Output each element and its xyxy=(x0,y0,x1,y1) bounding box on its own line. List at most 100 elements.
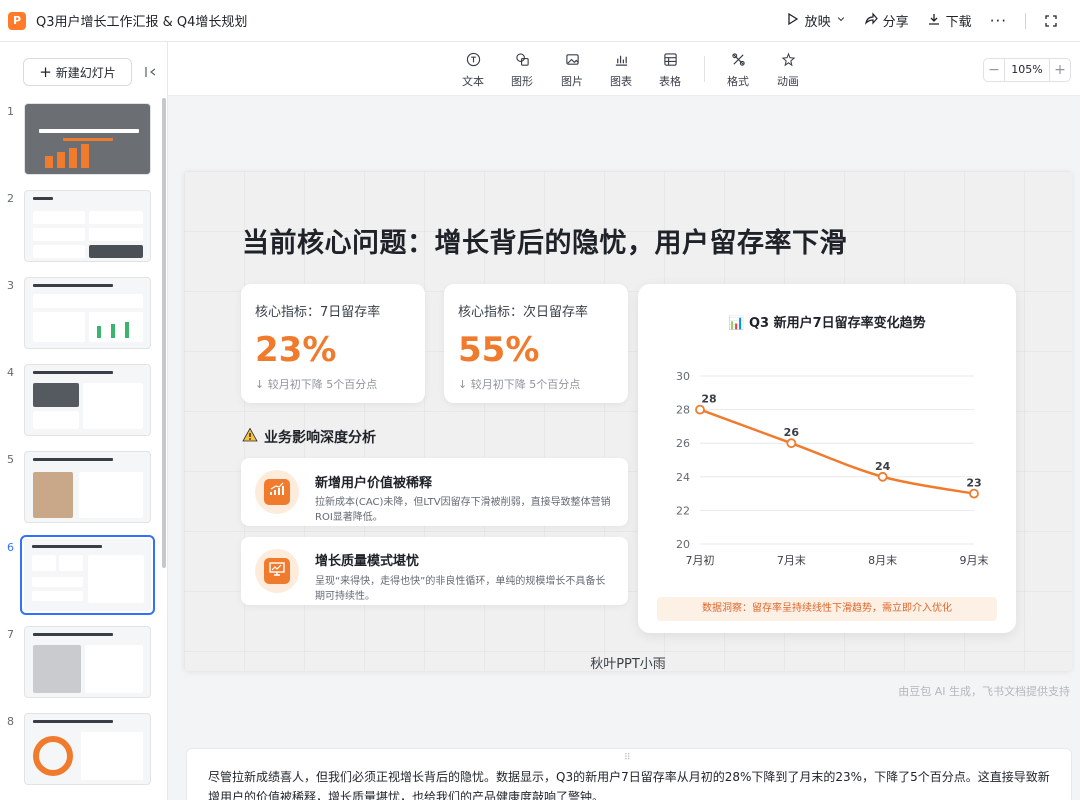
tool-table[interactable]: 表格 xyxy=(652,52,688,89)
data-label: 26 xyxy=(784,426,800,439)
x-tick-label: 7月末 xyxy=(777,553,806,567)
drag-handle-icon[interactable]: ⠿ xyxy=(624,753,632,763)
presentation-chart-icon xyxy=(268,560,286,582)
plus-icon: + xyxy=(39,63,52,81)
tool-animation[interactable]: 动画 xyxy=(770,52,806,89)
chart-insight-note: 数据洞察：留存率呈持续线性下滑趋势，需立即介入优化 xyxy=(657,597,997,621)
growth-chart-icon xyxy=(268,481,286,503)
slide-panel: + 新建幻灯片 1 2 3 4 5 6 7 8 xyxy=(0,42,168,800)
present-label: 放映 xyxy=(804,15,831,30)
zoom-out-button[interactable]: − xyxy=(984,59,1004,81)
share-label: 分享 xyxy=(882,15,909,30)
present-button[interactable]: 放映 xyxy=(786,11,846,30)
chart-card[interactable]: 📊 Q3 新用户7日留存率变化趋势 20 22 24 26 28 30 7月初 7月末 8月末 9… xyxy=(638,284,1016,633)
slide-number: 8 xyxy=(7,715,14,728)
format-icon xyxy=(731,52,746,70)
download-icon xyxy=(927,12,941,30)
line-chart: 20 22 24 26 28 30 7月初 7月末 8月末 9月末 28 26 24 23 xyxy=(676,370,989,567)
ai-generated-note: 由豆包 AI 生成，飞书文档提供支持 xyxy=(898,685,1070,698)
insert-toolbar: 文本 图形 图片 图表 表格 格式 动画 − 105% + xyxy=(168,42,1080,96)
x-tick-label: 7月初 xyxy=(686,553,715,567)
y-tick-label: 20 xyxy=(676,538,690,551)
play-icon xyxy=(786,12,800,30)
y-tick-label: 26 xyxy=(676,437,690,450)
slide-preview xyxy=(24,277,151,349)
tool-label: 动画 xyxy=(777,75,799,88)
impact-icon-wrap xyxy=(255,470,299,514)
y-tick-label: 30 xyxy=(676,370,690,383)
slide-number: 7 xyxy=(7,628,14,641)
download-label: 下载 xyxy=(945,15,972,30)
metric-change: ↓ 较月初下降 5个百分点 xyxy=(458,378,581,391)
tool-label: 图表 xyxy=(610,75,632,88)
tool-shape[interactable]: 图形 xyxy=(504,52,540,89)
new-slide-label: 新建幻灯片 xyxy=(55,65,116,80)
slide-preview xyxy=(24,103,151,175)
share-button[interactable]: 分享 xyxy=(864,11,909,30)
impact-title: 增长质量模式堪忧 xyxy=(315,554,420,569)
tool-image[interactable]: 图片 xyxy=(554,52,590,89)
fullscreen-icon[interactable] xyxy=(1044,14,1058,28)
toolbar-divider xyxy=(1025,12,1026,29)
impact-card-quality[interactable]: 增长质量模式堪忧 呈现“来得快，走得也快”的非良性循环，单纯的规模增长不具备长期… xyxy=(241,537,628,605)
slide-preview xyxy=(24,190,151,262)
tool-chart[interactable]: 图表 xyxy=(603,52,639,89)
impact-icon-wrap xyxy=(255,549,299,593)
tool-label: 图形 xyxy=(511,75,533,88)
top-bar: P Q3用户增长工作汇报 & Q4增长规划 放映 分享 下载 ··· xyxy=(0,0,1080,42)
data-point xyxy=(877,471,888,482)
zoom-in-button[interactable]: + xyxy=(1050,59,1070,81)
text-icon xyxy=(466,52,481,70)
slide-number: 3 xyxy=(7,279,14,292)
metric-card-next-day[interactable]: 核心指标：次日留存率 55% ↓ 较月初下降 5个百分点 xyxy=(444,284,628,403)
slide-title[interactable]: 当前核心问题：增长背后的隐忧，用户留存率下滑 xyxy=(242,221,847,260)
tool-label: 格式 xyxy=(727,75,749,88)
animation-icon xyxy=(781,52,796,70)
data-label: 24 xyxy=(875,460,891,473)
speaker-notes-text[interactable]: 尽管拉新成绩喜人，但我们必须正视增长背后的隐忧。数据显示，Q3的新用户7日留存率… xyxy=(208,767,1058,800)
tool-label: 文本 xyxy=(462,75,484,88)
download-button[interactable]: 下载 xyxy=(927,11,972,30)
slide-panel-scrollbar[interactable] xyxy=(162,98,166,568)
metric-label: 核心指标：7日留存率 xyxy=(255,305,381,320)
metric-change: ↓ 较月初下降 5个百分点 xyxy=(255,378,378,391)
data-point xyxy=(969,488,979,499)
speaker-notes-panel[interactable]: ⠿ 尽管拉新成绩喜人，但我们必须正视增长背后的隐忧。数据显示，Q3的新用户7日留… xyxy=(186,748,1072,800)
slide-number: 4 xyxy=(7,366,14,379)
x-tick-label: 8月末 xyxy=(868,553,897,567)
y-tick-label: 24 xyxy=(676,471,690,484)
section-heading[interactable]: 业务影响深度分析 xyxy=(242,427,376,447)
chevron-down-icon xyxy=(836,13,846,28)
impact-card-value[interactable]: 新增用户价值被稀释 拉新成本(CAC)未降，但LTV因留存下滑被削弱，直接导致整… xyxy=(241,458,628,526)
tool-text[interactable]: 文本 xyxy=(455,52,491,89)
data-label: 23 xyxy=(966,477,981,490)
watermark-text: 秋叶PPT小雨 xyxy=(590,657,666,671)
slide-canvas[interactable]: 当前核心问题：增长背后的隐忧，用户留存率下滑 核心指标：7日留存率 23% ↓ … xyxy=(184,171,1072,671)
zoom-control: − 105% + xyxy=(983,58,1071,82)
slide-preview-active xyxy=(20,535,155,615)
zoom-level[interactable]: 105% xyxy=(1004,59,1050,81)
metric-card-7day[interactable]: 核心指标：7日留存率 23% ↓ 较月初下降 5个百分点 xyxy=(241,284,425,403)
y-tick-label: 22 xyxy=(676,504,690,517)
y-tick-label: 28 xyxy=(676,404,690,417)
slide-number: 5 xyxy=(7,453,14,466)
shape-icon xyxy=(515,52,530,70)
tool-format[interactable]: 格式 xyxy=(720,52,756,89)
app-logo: P xyxy=(8,11,26,30)
slide-number: 6 xyxy=(7,541,14,554)
slide-preview xyxy=(24,451,151,523)
slide-number: 1 xyxy=(7,105,14,118)
data-point xyxy=(695,404,705,415)
section-heading-text: 业务影响深度分析 xyxy=(264,430,376,446)
more-button[interactable]: ··· xyxy=(990,12,1007,30)
metric-value: 55% xyxy=(458,330,540,370)
x-tick-label: 9月末 xyxy=(960,553,989,567)
collapse-panel-icon[interactable] xyxy=(144,64,158,78)
slide-number: 2 xyxy=(7,192,14,205)
metric-value: 23% xyxy=(255,330,337,370)
impact-description: 拉新成本(CAC)未降，但LTV因留存下滑被削弱，直接导致整体营销ROI显著降低… xyxy=(315,497,611,523)
document-title[interactable]: Q3用户增长工作汇报 & Q4增长规划 xyxy=(36,11,247,30)
share-icon xyxy=(864,11,878,30)
new-slide-button[interactable]: + 新建幻灯片 xyxy=(23,58,132,86)
metric-label: 核心指标：次日留存率 xyxy=(458,305,589,320)
